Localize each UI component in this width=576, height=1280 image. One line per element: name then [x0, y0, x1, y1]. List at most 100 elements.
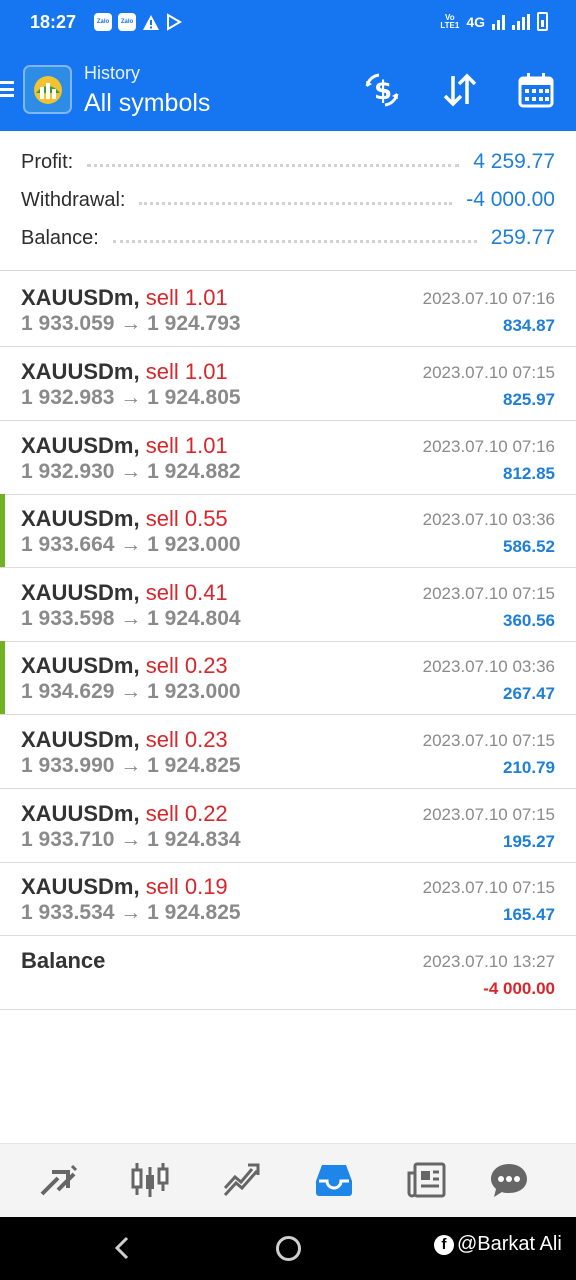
open-price: 1 933.534 [21, 901, 115, 924]
deal-profit: 210.79 [503, 758, 555, 777]
nav-history[interactable] [312, 1158, 356, 1202]
deal-profit: 267.47 [503, 684, 555, 703]
close-price: 1 923.000 [147, 680, 241, 703]
bottom-navigation [0, 1143, 576, 1217]
deal-type: sell 0.55 [145, 506, 228, 531]
arrow: → [120, 754, 142, 777]
deal-type: sell 1.01 [145, 433, 228, 458]
deal-symbol: XAUUSDm [21, 359, 134, 384]
status-bar: 18:27 Zalo Zalo Vo LTE1 4G [0, 0, 576, 46]
deal-time: 2023.07.10 07:15 [422, 584, 555, 603]
system-indicators: Vo LTE1 4G [440, 12, 548, 31]
dotted-leader [87, 157, 460, 167]
deal-row[interactable]: XAUUSDm, sell 0.22 1 933.710 → 1 924.834… [0, 789, 576, 863]
deal-type: sell 0.22 [145, 801, 228, 826]
deal-prices: 1 932.930 → 1 924.882 [21, 460, 241, 484]
deal-prices: 1 933.059 → 1 924.793 [21, 312, 241, 336]
deal-row[interactable]: XAUUSDm, sell 1.01 1 933.059 → 1 924.793… [0, 273, 576, 347]
deal-profit: 195.27 [503, 832, 555, 851]
close-price: 1 924.793 [147, 312, 241, 335]
deal-row[interactable]: XAUUSDm, sell 0.23 1 933.990 → 1 924.825… [0, 715, 576, 789]
trade-chart-icon [223, 1163, 260, 1197]
deal-symbol-line: XAUUSDm, sell 0.23 [21, 727, 228, 752]
deal-type: sell 0.41 [145, 580, 228, 605]
signal-icon [492, 14, 505, 30]
balance-operation-row[interactable]: Balance 2023.07.10 13:27 -4 000.00 [0, 936, 576, 1010]
deal-type: sell 1.01 [145, 359, 228, 384]
deal-row[interactable]: XAUUSDm, sell 0.55 1 933.664 → 1 923.000… [0, 494, 576, 568]
summary-value: -4 000.00 [466, 188, 555, 211]
open-price: 1 933.710 [21, 828, 115, 851]
nav-chart[interactable] [128, 1158, 172, 1202]
summary-divider [0, 270, 576, 271]
nav-trade[interactable] [220, 1158, 264, 1202]
deal-row[interactable]: XAUUSDm, sell 0.19 1 933.534 → 1 924.825… [0, 862, 576, 936]
signal-icon [512, 13, 530, 30]
arrow: → [120, 533, 142, 556]
deal-symbol: XAUUSDm [21, 653, 134, 678]
deal-prices: 1 933.534 → 1 924.825 [21, 901, 241, 925]
open-price: 1 934.629 [21, 680, 115, 703]
home-icon[interactable] [276, 1236, 301, 1261]
nav-quotes[interactable] [36, 1158, 80, 1202]
facebook-icon: f [434, 1234, 454, 1255]
open-price: 1 933.059 [21, 312, 115, 335]
arrow: → [120, 828, 142, 851]
deal-symbol-line: XAUUSDm, sell 0.41 [21, 580, 228, 605]
close-price: 1 924.882 [147, 460, 241, 483]
open-price: 1 932.930 [21, 460, 115, 483]
dotted-leader [112, 233, 477, 243]
deal-prices: 1 934.629 → 1 923.000 [21, 680, 241, 704]
summary-label: Balance: [21, 226, 99, 249]
arrow: → [120, 607, 142, 630]
deal-symbol-line: XAUUSDm, sell 1.01 [21, 359, 228, 384]
close-price: 1 924.805 [147, 386, 241, 409]
deal-row[interactable]: XAUUSDm, sell 1.01 1 932.983 → 1 924.805… [0, 347, 576, 421]
deposit-withdraw-icon[interactable]: $ [362, 70, 402, 110]
nav-news[interactable] [404, 1158, 448, 1202]
deal-row[interactable]: XAUUSDm, sell 0.23 1 934.629 → 1 923.000… [0, 641, 576, 715]
deal-profit: 586.52 [503, 537, 555, 556]
deal-time: 2023.07.10 07:15 [422, 805, 555, 824]
inbox-tray-icon [316, 1165, 352, 1196]
balance-time: 2023.07.10 13:27 [422, 952, 555, 971]
deal-time: 2023.07.10 07:15 [422, 363, 555, 382]
newspaper-icon [407, 1162, 446, 1198]
battery-icon [537, 12, 548, 31]
status-time: 18:27 [30, 12, 77, 32]
deal-prices: 1 933.598 → 1 924.804 [21, 607, 241, 631]
deal-row[interactable]: XAUUSDm, sell 0.41 1 933.598 → 1 924.804… [0, 568, 576, 642]
back-icon[interactable] [112, 1235, 132, 1261]
menu-icon[interactable] [0, 81, 14, 97]
metatrader-logo-icon [23, 65, 72, 114]
deal-symbol-line: XAUUSDm, sell 0.23 [21, 653, 228, 678]
dotted-leader [139, 195, 453, 205]
deal-profit: 834.87 [503, 316, 555, 335]
deal-symbol-line: XAUUSDm, sell 0.55 [21, 506, 228, 531]
nav-chat[interactable] [487, 1158, 531, 1202]
summary-withdrawal-row: Withdrawal: -4 000.00 [21, 181, 555, 219]
play-store-icon [167, 13, 182, 31]
deal-symbol: XAUUSDm [21, 433, 134, 458]
arrow: → [120, 312, 142, 335]
summary-profit-row: Profit: 4 259.77 [21, 143, 555, 181]
row-divider [0, 1009, 576, 1010]
sort-icon[interactable] [440, 70, 480, 110]
watermark: f @Barkat Ali [434, 1233, 562, 1256]
open-price: 1 932.983 [21, 386, 115, 409]
deal-profit: 812.85 [503, 464, 555, 483]
arrow: → [120, 680, 142, 703]
calendar-icon[interactable] [516, 70, 556, 110]
deal-symbol-line: XAUUSDm, sell 0.22 [21, 801, 228, 826]
close-price: 1 924.825 [147, 901, 241, 924]
deal-profit: 825.97 [503, 390, 555, 409]
header-subtitle: History [84, 63, 141, 83]
deal-time: 2023.07.10 07:15 [422, 878, 555, 897]
deal-profit: 165.47 [503, 905, 555, 924]
header-title[interactable]: All symbols [84, 89, 210, 118]
close-price: 1 923.000 [147, 533, 241, 556]
svg-text:$: $ [374, 76, 392, 106]
open-price: 1 933.664 [21, 533, 115, 556]
deal-row[interactable]: XAUUSDm, sell 1.01 1 932.930 → 1 924.882… [0, 421, 576, 495]
open-price: 1 933.990 [21, 754, 115, 777]
